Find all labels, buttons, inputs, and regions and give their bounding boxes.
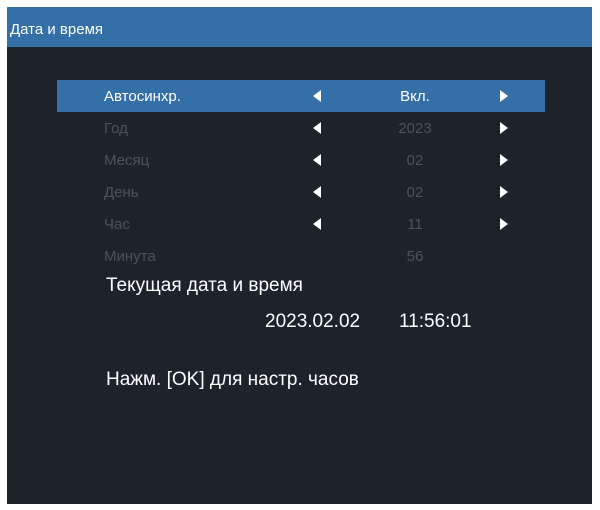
year-value: 2023 (398, 120, 432, 137)
hour-value: 11 (407, 216, 423, 233)
arrow-left-icon[interactable] (313, 186, 321, 198)
arrow-left-icon[interactable] (313, 122, 321, 134)
minute-value: 56 (406, 248, 424, 265)
arrow-right-icon[interactable] (500, 154, 508, 166)
day-value: 02 (406, 184, 424, 201)
arrow-right-icon[interactable] (500, 218, 508, 230)
menu-row-day[interactable]: День 02 (57, 176, 545, 208)
menu-row-hour[interactable]: Час 11 (57, 208, 545, 240)
current-date-value: 2023.02.02 (265, 311, 361, 332)
arrow-left-icon[interactable] (313, 90, 321, 102)
minute-label: Минута (104, 248, 156, 265)
current-time-value: 11:56:01 (399, 311, 472, 332)
arrow-left-icon[interactable] (313, 218, 321, 230)
year-label: Год (104, 120, 128, 137)
arrow-right-icon[interactable] (500, 122, 508, 134)
menu-row-month[interactable]: Месяц 02 (57, 144, 545, 176)
menu-row-autosync[interactable]: Автосинхр. Вкл. (57, 80, 545, 112)
ok-hint-text: Нажм. [OK] для настр. часов (106, 369, 359, 390)
autosync-value: Вкл. (400, 88, 430, 105)
current-datetime-label: Текущая дата и время (106, 275, 303, 296)
month-label: Месяц (104, 152, 150, 169)
arrow-left-icon[interactable] (313, 154, 321, 166)
title-bar: Дата и время (7, 7, 592, 47)
hour-label: Час (104, 216, 130, 233)
arrow-right-icon[interactable] (500, 90, 508, 102)
month-value: 02 (406, 152, 424, 169)
page-title: Дата и время (10, 21, 104, 38)
menu-row-year[interactable]: Год 2023 (57, 112, 545, 144)
arrow-right-icon[interactable] (500, 186, 508, 198)
autosync-label: Автосинхр. (104, 88, 181, 105)
menu-row-minute[interactable]: Минута 56 (57, 240, 545, 272)
day-label: День (104, 184, 139, 201)
date-time-screen: Дата и время Автосинхр. Вкл. Год 2023 Ме… (7, 7, 592, 504)
